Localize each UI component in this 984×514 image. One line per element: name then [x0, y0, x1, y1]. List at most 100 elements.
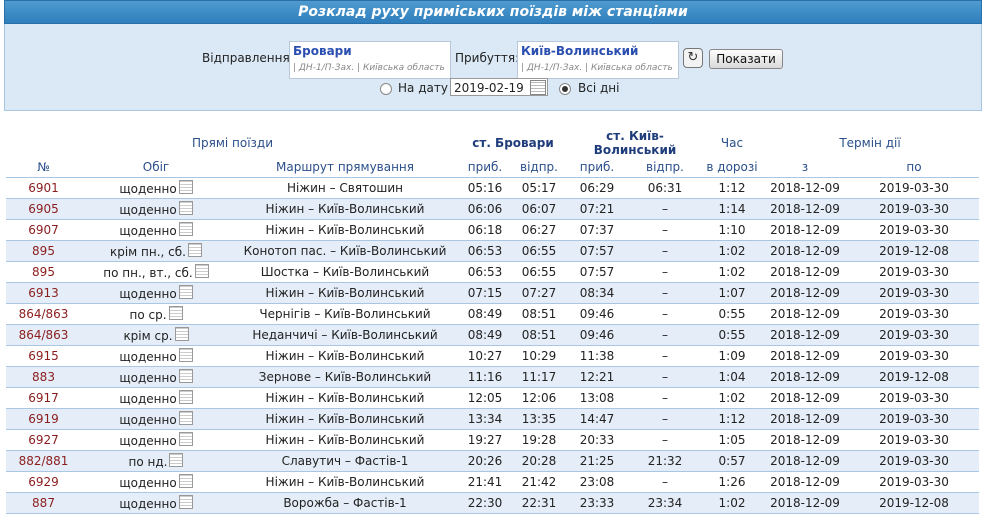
cell-train-number[interactable]: 882/881: [6, 450, 81, 472]
train-number-text[interactable]: 6929: [28, 475, 59, 489]
cell-schedule-days: щоденно: [81, 471, 231, 493]
cell-valid-from: 2018-12-09: [761, 303, 849, 325]
calendar-icon[interactable]: [178, 285, 193, 299]
travel-time-text: 1:09: [718, 349, 746, 363]
cell-schedule-days: щоденно: [81, 387, 231, 409]
train-number-text[interactable]: 895: [32, 244, 55, 258]
table-row: 6901 щоденно Ніжин – Святошин 05:16 05:17 06:…: [6, 177, 979, 199]
cell-train-number[interactable]: 883: [6, 366, 81, 388]
valid-to-text: 2019-03-30: [879, 223, 949, 237]
cell-train-number[interactable]: 895: [6, 261, 81, 283]
calendar-icon[interactable]: [178, 180, 193, 194]
departure-to-text: –: [662, 202, 668, 216]
valid-from-text: 2018-12-09: [770, 328, 840, 342]
train-number-text[interactable]: 6913: [28, 286, 59, 300]
calendar-icon[interactable]: [178, 495, 193, 509]
table-row: 6913 щоденно Ніжин – Київ-Волинський 07:15 0…: [6, 282, 979, 304]
train-number-text[interactable]: 887: [32, 496, 55, 510]
calendar-icon[interactable]: [178, 222, 193, 236]
cell-train-number[interactable]: 6901: [6, 177, 81, 199]
train-number-text[interactable]: 883: [32, 370, 55, 384]
cell-train-number[interactable]: 6929: [6, 471, 81, 493]
train-number-text[interactable]: 6907: [28, 223, 59, 237]
route-text: Чернігів – Київ-Волинський: [259, 307, 431, 321]
train-number-text[interactable]: 6919: [28, 412, 59, 426]
cell-train-number[interactable]: 6915: [6, 345, 81, 367]
cell-travel-time: 1:14: [703, 198, 761, 220]
train-number-text[interactable]: 864/863: [19, 328, 69, 342]
cell-arrival-to: 13:08: [567, 387, 627, 409]
cell-train-number[interactable]: 887: [6, 492, 81, 514]
cell-route: Ніжин – Київ-Волинський: [231, 198, 459, 220]
col-route: Маршрут прямування: [231, 157, 459, 178]
cell-train-number[interactable]: 6927: [6, 429, 81, 451]
travel-time-text: 1:14: [718, 202, 746, 216]
swap-stations-icon[interactable]: ↻: [683, 48, 703, 68]
cell-arrival-to: 07:21: [567, 198, 627, 220]
travel-time-text: 1:26: [718, 475, 746, 489]
departure-field[interactable]: Бровари | ДН-1/П-Зах. | Київська область: [289, 41, 451, 79]
cell-train-number[interactable]: 6907: [6, 219, 81, 241]
on-date-radio[interactable]: [380, 83, 392, 95]
page-title: Розклад руху приміських поїздів між стан…: [4, 0, 982, 24]
train-number-text[interactable]: 864/863: [19, 307, 69, 321]
travel-time-text: 1:04: [718, 370, 746, 384]
calendar-icon[interactable]: [174, 327, 189, 341]
departure-from-text: 06:07: [521, 202, 557, 216]
arrival-to-text: 21:25: [579, 454, 615, 468]
cell-train-number[interactable]: 864/863: [6, 324, 81, 346]
calendar-icon[interactable]: [188, 243, 202, 257]
all-days-radio[interactable]: [559, 83, 571, 95]
cell-departure-from: 19:28: [511, 429, 567, 451]
calendar-icon[interactable]: [178, 348, 193, 362]
train-number-text[interactable]: 6917: [28, 391, 59, 405]
cell-train-number[interactable]: 864/863: [6, 303, 81, 325]
valid-to-text: 2019-03-30: [879, 391, 949, 405]
calendar-icon[interactable]: [194, 264, 209, 278]
cell-train-number[interactable]: 6913: [6, 282, 81, 304]
cell-route: Зернове – Київ-Волинський: [231, 366, 459, 388]
col-travel-time: в дорозі: [703, 157, 761, 178]
cell-departure-to: –: [627, 198, 703, 220]
train-number-text[interactable]: 6927: [28, 433, 59, 447]
calendar-icon[interactable]: [178, 390, 193, 404]
all-days-label: Всі дні: [578, 81, 620, 95]
show-button[interactable]: Показати: [709, 49, 783, 69]
col-arr-to: приб.: [567, 157, 627, 178]
arrival-field[interactable]: Київ-Волинський | ДН-1/П-Зах. | Київська…: [517, 41, 679, 79]
train-number-text[interactable]: 6905: [28, 202, 59, 216]
cell-valid-to: 2019-03-30: [849, 387, 979, 409]
cell-train-number[interactable]: 6919: [6, 408, 81, 430]
cell-arrival-from: 19:27: [459, 429, 511, 451]
calendar-icon[interactable]: [178, 411, 193, 425]
cell-route: Конотоп пас. – Київ-Волинський: [231, 240, 459, 262]
table-row: 882/881 по нд. Славутич – Фастів-1 20:26 20:…: [6, 450, 979, 472]
arrival-to-text: 14:47: [579, 412, 615, 426]
calendar-icon[interactable]: [178, 369, 193, 383]
calendar-icon[interactable]: [178, 201, 193, 215]
train-number-text[interactable]: 882/881: [19, 454, 69, 468]
departure-to-text: –: [662, 307, 668, 321]
cell-train-number[interactable]: 6905: [6, 198, 81, 220]
cell-valid-from: 2018-12-09: [761, 345, 849, 367]
cell-arrival-to: 20:33: [567, 429, 627, 451]
train-number-text[interactable]: 6915: [28, 349, 59, 363]
cell-schedule-days: щоденно: [81, 219, 231, 241]
cell-train-number[interactable]: 895: [6, 240, 81, 262]
cell-schedule-days: щоденно: [81, 492, 231, 514]
train-number-text[interactable]: 895: [32, 265, 55, 279]
route-text: Ніжин – Київ-Волинський: [265, 202, 425, 216]
cell-train-number[interactable]: 6917: [6, 387, 81, 409]
calendar-icon[interactable]: [168, 306, 183, 320]
departure-from-text: 19:28: [521, 433, 557, 447]
valid-from-text: 2018-12-09: [770, 391, 840, 405]
calendar-icon[interactable]: [530, 80, 546, 95]
train-number-text[interactable]: 6901: [28, 181, 59, 195]
cell-valid-from: 2018-12-09: [761, 219, 849, 241]
cell-arrival-to: 09:46: [567, 324, 627, 346]
departure-to-text: –: [662, 286, 668, 300]
valid-to-text: 2019-03-30: [879, 265, 949, 279]
calendar-icon[interactable]: [178, 474, 193, 488]
calendar-icon[interactable]: [169, 453, 184, 467]
calendar-icon[interactable]: [178, 432, 193, 446]
